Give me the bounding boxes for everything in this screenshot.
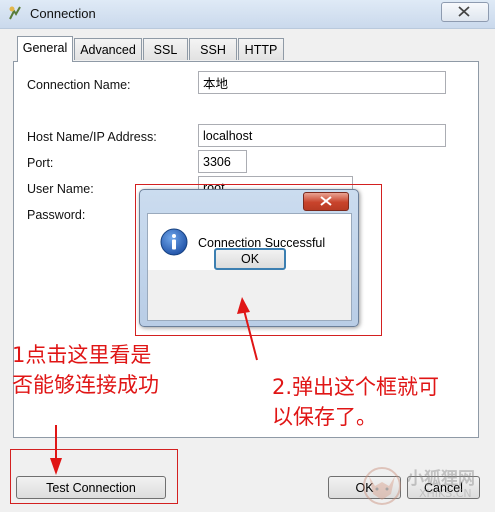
fox-logo-icon [363,467,401,505]
annotation-note-2-line2: 以保存了。 [272,405,377,429]
watermark-subtext: XHIKS.CN [419,487,472,500]
annotation-note-1-line1: 1点击这里看是 [12,343,152,367]
tab-general[interactable]: General [17,36,73,62]
arrow-to-test-button [50,425,62,475]
annotation-note-1: 1点击这里看是 否能够连接成功 [12,340,159,400]
annotation-note-2: 2.弹出这个框就可 以保存了。 [272,372,439,432]
annotation-note-1-line2: 否能够连接成功 [12,373,159,397]
watermark: 小狐狸网 XHIKS.CN [357,462,495,510]
watermark-text: 小狐狸网 [407,469,475,489]
annotation-arrows [50,297,258,475]
annotation-note-2-line1: 2.弹出这个框就可 [272,375,440,399]
arrow-to-ok-button [237,297,258,361]
